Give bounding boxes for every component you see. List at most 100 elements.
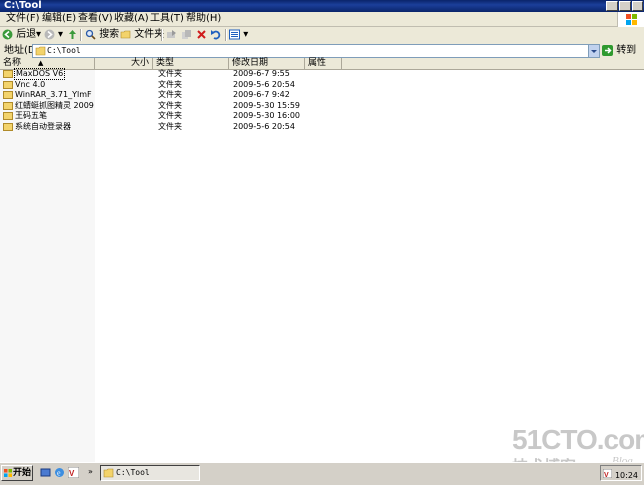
- address-dropdown-button[interactable]: [588, 45, 599, 57]
- title-bar[interactable]: C:\Tool: [0, 0, 644, 12]
- go-button[interactable]: 转到: [602, 44, 636, 57]
- copy-to-icon: [182, 29, 191, 39]
- folders-button[interactable]: 文件夹: [120, 28, 164, 42]
- search-icon: [85, 29, 96, 40]
- undo-icon: [211, 29, 221, 39]
- delete-button[interactable]: [196, 28, 207, 42]
- file-name: 王码五笔: [15, 111, 47, 120]
- table-row[interactable]: 红蜻蜓抓图精灵 2009 文件夹 2009-5-30 15:59: [0, 101, 644, 111]
- internet-explorer-icon[interactable]: e: [54, 467, 65, 478]
- back-label: 后退: [16, 29, 37, 40]
- file-date: 2009-5-30 15:59: [233, 100, 300, 110]
- views-grid-icon: [229, 29, 240, 39]
- minimize-button[interactable]: [606, 1, 618, 11]
- column-header-modified[interactable]: 修改日期: [229, 58, 305, 69]
- file-type: 文件夹: [158, 90, 182, 99]
- system-tray: V 10:24: [600, 465, 642, 481]
- quicklaunch-overflow-icon[interactable]: »: [88, 467, 93, 476]
- forward-button[interactable]: [44, 28, 55, 42]
- file-name: MaxDOS V6: [13, 68, 66, 80]
- folder-icon: [35, 46, 46, 56]
- column-header-size[interactable]: 大小: [95, 58, 153, 69]
- file-type: 文件夹: [158, 100, 182, 110]
- search-label: 搜索: [99, 29, 120, 40]
- folder-icon: [3, 101, 13, 110]
- file-date: 2009-6-7 9:42: [233, 90, 290, 99]
- start-button[interactable]: 开始: [1, 465, 33, 481]
- file-type: 文件夹: [158, 69, 182, 78]
- column-header-type[interactable]: 类型: [153, 58, 229, 69]
- back-button[interactable]: 后退: [2, 28, 36, 42]
- column-header-attributes[interactable]: 属性: [305, 58, 342, 69]
- toolbar-separator: [225, 29, 227, 41]
- file-date: 2009-5-30 16:00: [233, 111, 300, 120]
- vnc-tray-icon[interactable]: V: [603, 469, 612, 478]
- forward-arrow-icon: [44, 29, 55, 39]
- address-input[interactable]: C:\Tool: [32, 44, 600, 58]
- menu-favorites[interactable]: 收藏(A): [114, 13, 149, 25]
- folder-icon: [3, 91, 13, 99]
- menu-tools[interactable]: 工具(T): [150, 13, 184, 25]
- window-title: C:\Tool: [4, 0, 42, 11]
- menu-bar: 文件(F) 编辑(E) 查看(V) 收藏(A) 工具(T) 帮助(H): [0, 12, 644, 27]
- file-name: 红蜻蜓抓图精灵 2009: [15, 100, 94, 110]
- file-type: 文件夹: [158, 79, 182, 89]
- folder-icon: [3, 80, 13, 89]
- table-row[interactable]: 系统自动登录器 文件夹 2009-5-6 20:54: [0, 122, 644, 132]
- move-to-button[interactable]: [166, 28, 177, 42]
- file-type: 文件夹: [158, 111, 182, 120]
- menu-help[interactable]: 帮助(H): [186, 13, 221, 25]
- delete-x-icon: [197, 29, 206, 39]
- close-button[interactable]: [632, 1, 643, 11]
- column-header-name[interactable]: 名称 ▲: [0, 58, 95, 69]
- copy-to-button[interactable]: [181, 28, 192, 42]
- toolbar-separator: [161, 29, 163, 41]
- folder-icon: [3, 122, 13, 131]
- go-label: 转到: [616, 45, 637, 56]
- svg-text:V: V: [69, 469, 75, 478]
- taskbar: 开始 e V » C:\Tool V 10:24: [0, 462, 644, 485]
- views-button[interactable]: ▾: [229, 28, 248, 42]
- table-row[interactable]: 王码五笔 文件夹 2009-5-30 16:00: [0, 111, 644, 121]
- go-arrow-icon: [602, 44, 613, 56]
- back-dropdown[interactable]: ▾: [36, 28, 41, 42]
- watermark-site: 51CTO.com: [512, 424, 644, 455]
- show-desktop-icon[interactable]: [40, 467, 51, 478]
- taskbar-item-explorer[interactable]: C:\Tool: [100, 465, 200, 481]
- address-value: C:\Tool: [47, 46, 81, 55]
- file-name: WinRAR_3.71_YlmF: [15, 90, 92, 99]
- clock: 10:24: [614, 471, 638, 480]
- undo-button[interactable]: [210, 28, 221, 42]
- move-to-icon: [167, 29, 176, 38]
- toolbar: 后退 ▾ ▾ 搜索 文件夹 ▾: [0, 27, 644, 44]
- forward-dropdown[interactable]: ▾: [58, 28, 63, 42]
- start-label: 开始: [13, 468, 32, 478]
- taskbar-item-title: C:\Tool: [116, 468, 150, 477]
- back-arrow-icon: [2, 29, 13, 39]
- file-name: Vnc 4.0: [15, 79, 46, 89]
- file-date: 2009-5-6 20:54: [233, 121, 295, 131]
- chevron-down-icon: [591, 50, 597, 53]
- sort-ascending-icon: ▲: [38, 59, 44, 67]
- file-date: 2009-5-6 20:54: [233, 79, 295, 89]
- table-row[interactable]: WinRAR_3.71_YlmF 文件夹 2009-6-7 9:42: [0, 90, 644, 100]
- search-button[interactable]: 搜索: [85, 28, 119, 42]
- table-row[interactable]: MaxDOS V6 文件夹 2009-6-7 9:55: [0, 68, 644, 80]
- file-name: 系统自动登录器: [15, 121, 71, 131]
- menu-view[interactable]: 查看(V): [78, 13, 113, 25]
- file-date: 2009-6-7 9:55: [233, 69, 290, 78]
- menu-file[interactable]: 文件(F): [6, 13, 40, 25]
- table-row[interactable]: Vnc 4.0 文件夹 2009-5-6 20:54: [0, 80, 644, 90]
- up-arrow-icon: [69, 29, 76, 39]
- folder-icon: [103, 468, 114, 478]
- menu-edit[interactable]: 编辑(E): [42, 13, 76, 25]
- svg-text:V: V: [604, 472, 609, 478]
- file-list-view[interactable]: 名称 ▲ 大小 类型 修改日期 属性 MaxDOS V6 文件夹 2009-6-…: [0, 58, 644, 462]
- svg-text:e: e: [57, 469, 61, 478]
- vnc-viewer-icon[interactable]: V: [68, 467, 79, 478]
- file-type: 文件夹: [158, 121, 182, 131]
- toolbar-separator: [80, 29, 82, 41]
- windows-logo-icon: [617, 12, 644, 27]
- maximize-button[interactable]: [619, 1, 631, 11]
- up-folder-button[interactable]: [67, 28, 78, 42]
